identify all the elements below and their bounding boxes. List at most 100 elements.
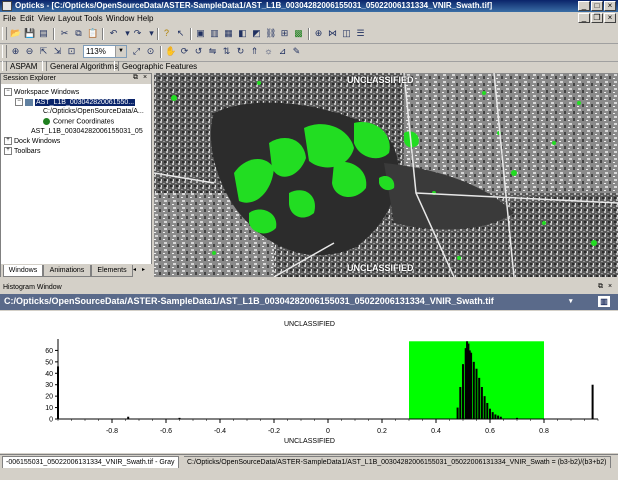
zoom-point-out-icon[interactable]: ⇲ — [51, 45, 64, 58]
north-up-icon[interactable]: ⇑ — [248, 45, 261, 58]
toolbar-grip[interactable] — [2, 27, 7, 40]
tab-elements[interactable]: Elements — [91, 265, 133, 277]
rotate-icon[interactable]: ⟳ — [178, 45, 191, 58]
open-icon[interactable]: 📂 — [9, 27, 22, 40]
toolbar-grip[interactable] — [2, 45, 7, 58]
collapse-icon[interactable]: − — [4, 88, 12, 96]
tree-dock-windows[interactable]: + Dock Windows — [4, 137, 60, 145]
export-icon[interactable]: ▩ — [292, 27, 305, 40]
rotate-left-icon[interactable]: ↺ — [192, 45, 205, 58]
help-arrow-icon[interactable]: ↖ — [174, 27, 187, 40]
main-toolbar: 📂 💾 ▤ ✂ ⧉ 📋 ↶ ▾ ↷ ▾ ? ↖ ▣ ▥ ▦ ◧ ◩ ⛓ ⊞ ▩ … — [0, 25, 618, 44]
chip-icon[interactable]: ◩ — [250, 27, 263, 40]
print-icon[interactable]: ▤ — [37, 27, 50, 40]
zoom-in-icon[interactable]: ⊕ — [9, 45, 22, 58]
histogram-chart[interactable]: 0 10 20 30 40 50 60 -0.8 -0.6 -0.4 -0.2 0 0.2 0.4 0.6 0… — [0, 311, 618, 453]
whats-this-icon[interactable]: ? — [160, 27, 173, 40]
spatial-view-icon[interactable]: ▣ — [194, 27, 207, 40]
geographic-features-button[interactable]: Geographic Features — [122, 62, 197, 71]
gcp-icon[interactable]: ⊕ — [312, 27, 325, 40]
pan-icon[interactable]: ✋ — [164, 45, 177, 58]
session-explorer-title: Session Explorer — [3, 75, 56, 82]
histogram-bin — [516, 417, 518, 419]
title-bar: Opticks - [C:/Opticks/OpenSourceData/AST… — [0, 0, 618, 12]
statistics-icon[interactable]: ▥ — [598, 296, 610, 307]
menu-help[interactable]: Help — [137, 14, 153, 23]
zoom-rect-icon[interactable]: ⊡ — [65, 45, 78, 58]
child-close-button[interactable]: × — [604, 13, 616, 23]
menu-tools[interactable]: Tools — [84, 14, 103, 23]
tree-file[interactable]: C:/Opticks/OpenSourceData/A... — [43, 108, 144, 115]
toolbar-grip[interactable] — [2, 61, 7, 71]
aspam-button[interactable]: ASPAM — [10, 62, 37, 71]
fit-to-window-icon[interactable]: ⤢ — [130, 45, 143, 58]
histogram-window-icon[interactable]: ▥ — [208, 27, 221, 40]
tree-corner-coordinates[interactable]: Corner Coordinates — [43, 118, 114, 125]
general-algorithms-button[interactable]: General Algorithms — [50, 62, 118, 71]
tree-spatial-view[interactable]: − AST_L1B_003042820061550... — [15, 98, 136, 106]
y-tick-label: 60 — [45, 348, 53, 355]
sun-azimuth-icon[interactable]: ☼ — [262, 45, 275, 58]
zoom-point-in-icon[interactable]: ⇱ — [37, 45, 50, 58]
flip-vertical-icon[interactable]: ⇅ — [220, 45, 233, 58]
undo-icon[interactable]: ↶ — [107, 27, 120, 40]
annotation-icon[interactable]: ✎ — [290, 45, 303, 58]
properties-icon[interactable]: ☰ — [354, 27, 367, 40]
chevron-down-icon[interactable]: ▼ — [115, 46, 126, 57]
close-button[interactable]: × — [604, 1, 616, 11]
layer-window-icon[interactable]: ▦ — [222, 27, 235, 40]
animation-icon[interactable]: ◫ — [340, 27, 353, 40]
zoom-out-icon[interactable]: ⊖ — [23, 45, 36, 58]
session-tabs: Windows Animations Elements ◂ ▸ — [1, 264, 153, 278]
tab-windows[interactable]: Windows — [3, 265, 43, 277]
menu-edit[interactable]: Edit — [20, 14, 34, 23]
measure-icon[interactable]: ⊿ — [276, 45, 289, 58]
corner-marker-icon — [43, 118, 50, 125]
reset-view-icon[interactable]: ↻ — [234, 45, 247, 58]
plugin-toolbar: ASPAM General Algorithms Geographic Feat… — [0, 61, 618, 73]
histogram-plot[interactable]: UNCLASSIFIED 0 10 20 30 40 50 60 -0.8 -0.6 -0.4 -0… — [0, 311, 618, 453]
classification-label-top: UNCLASSIFIED — [347, 75, 414, 85]
close-icon[interactable]: × — [608, 283, 612, 290]
zoom-to-point-icon[interactable]: ⊙ — [144, 45, 157, 58]
cut-icon[interactable]: ✂ — [58, 27, 71, 40]
float-icon[interactable]: ⧉ — [133, 74, 138, 82]
tie-point-icon[interactable]: ⋈ — [326, 27, 339, 40]
child-minimize-button[interactable]: _ — [578, 13, 590, 23]
menu-file[interactable]: File — [3, 14, 16, 23]
close-icon[interactable]: × — [143, 74, 147, 81]
paste-icon[interactable]: 📋 — [86, 27, 99, 40]
tab-scroll-left-icon[interactable]: ◂ — [133, 266, 141, 275]
child-restore-button[interactable]: ❐ — [591, 13, 603, 23]
expand-icon[interactable]: + — [4, 147, 12, 155]
expand-icon[interactable]: + — [4, 137, 12, 145]
tree-workspace-windows[interactable]: − Workspace Windows — [4, 88, 79, 96]
histogram-layer-selector[interactable]: C:/Opticks/OpenSourceData/ASTER-SampleDa… — [0, 294, 618, 310]
menu-layout[interactable]: Layout — [58, 14, 82, 23]
tile-icon[interactable]: ⊞ — [278, 27, 291, 40]
menu-window[interactable]: Window — [106, 14, 134, 23]
collapse-icon[interactable]: − — [15, 98, 23, 106]
redo-icon[interactable]: ↷ — [131, 27, 144, 40]
tab-scroll-right-icon[interactable]: ▸ — [142, 266, 150, 275]
overview-icon[interactable]: ◧ — [236, 27, 249, 40]
x-tick-label: 0.2 — [377, 428, 387, 435]
tree-toolbars[interactable]: + Toolbars — [4, 147, 40, 155]
menu-view[interactable]: View — [38, 14, 55, 23]
histogram-bin — [499, 416, 502, 419]
flip-horizontal-icon[interactable]: ⇋ — [206, 45, 219, 58]
chevron-down-icon[interactable]: ▾ — [569, 297, 573, 305]
histogram-bin — [491, 412, 494, 419]
zoom-combo[interactable]: 113% ▼ — [83, 45, 127, 58]
spatial-data-view[interactable]: UNCLASSIFIED UNCLASSIFIED — [154, 73, 618, 277]
link-icon[interactable]: ⛓ — [264, 27, 277, 40]
float-icon[interactable]: ⧉ — [598, 283, 603, 291]
toolbar-grip[interactable] — [42, 61, 47, 71]
save-icon[interactable]: 💾 — [23, 27, 36, 40]
toolbar-grip[interactable] — [114, 61, 119, 71]
maximize-button[interactable]: □ — [591, 1, 603, 11]
tree-layer[interactable]: AST_L1B_00304282006155031_05 — [31, 128, 143, 135]
minimize-button[interactable]: _ — [578, 1, 590, 11]
copy-icon[interactable]: ⧉ — [72, 27, 85, 40]
tab-animations[interactable]: Animations — [43, 265, 91, 277]
